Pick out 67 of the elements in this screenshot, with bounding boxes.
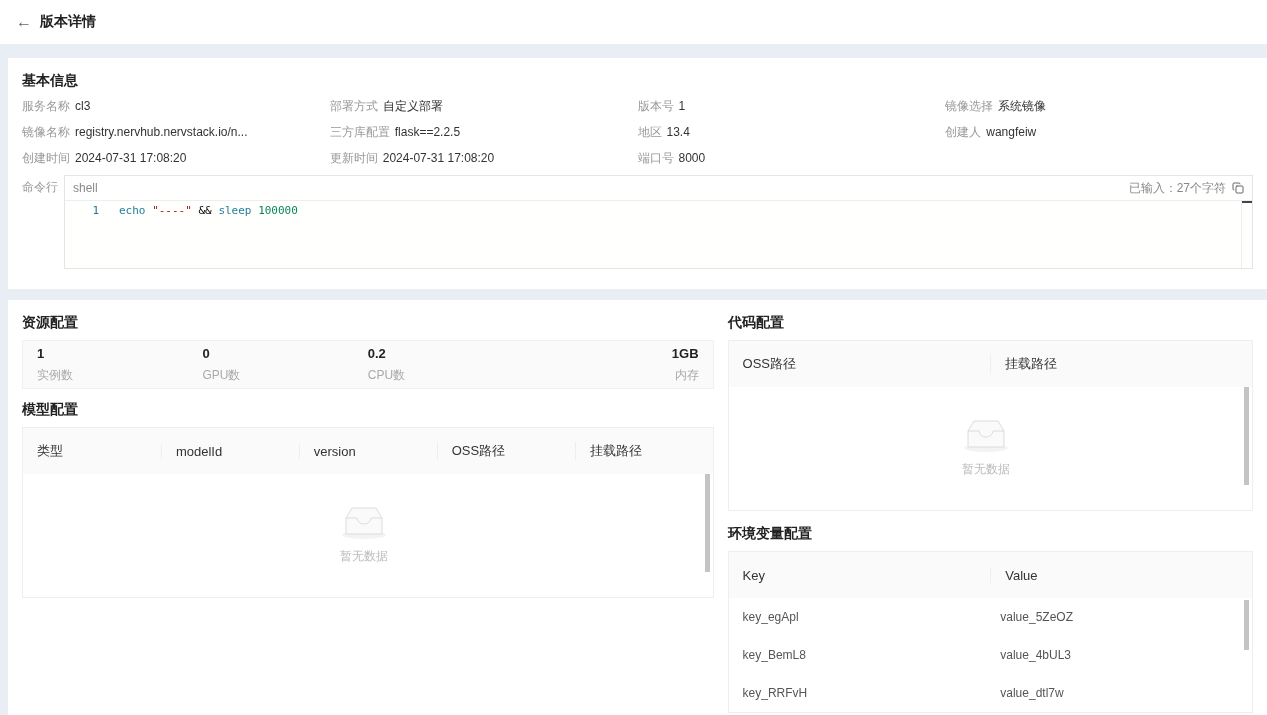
resource-value: 0.2 (367, 346, 386, 361)
table-cell-text: value_dtl7w (999, 686, 1065, 700)
empty-inbox-icon (339, 506, 388, 540)
section-title: 模型配置 (22, 401, 79, 419)
empty-text: 暂无数据 (962, 461, 1011, 478)
section-title: 资源配置 (22, 314, 79, 332)
field-label: 部署方式 (329, 99, 378, 113)
column-header: OSS路径 (436, 442, 575, 460)
field-label: 版本号 (637, 99, 674, 113)
scrollbar-thumb[interactable] (1244, 600, 1249, 650)
field-label: 镜像选择 (945, 99, 994, 113)
table-cell-text: key_egApl (741, 610, 800, 624)
resource-value: 1 (37, 346, 45, 361)
line-number: 1 (91, 203, 100, 219)
table-cell-text: key_BemL8 (741, 648, 807, 662)
table-cell-text: value_5ZeOZ (999, 610, 1074, 624)
language-label: shell (73, 181, 98, 195)
section-title: 基本信息 (22, 72, 79, 90)
column-header: 挂载路径 (990, 355, 1252, 373)
field-label: 命令行 (22, 179, 56, 196)
field-value: 系统镜像 (998, 99, 1047, 113)
field-value: 2024-07-31 17:08:20 (75, 151, 187, 165)
field-label: 三方库配置 (329, 125, 390, 139)
section-title: 环境变量配置 (727, 525, 813, 543)
copy-icon[interactable] (1232, 182, 1244, 194)
resource-value: 0 (202, 346, 210, 361)
character-counter: 已输入：27个字符 (1128, 179, 1226, 197)
column-header: Value (990, 567, 1252, 583)
field-label: 服务名称 (22, 99, 70, 113)
field-label: 更新时间 (329, 151, 378, 165)
field-value: 8000 (678, 151, 706, 165)
field-value: flask==2.2.5 (394, 125, 461, 139)
resource-label: GPU数 (202, 367, 241, 384)
field-value: 2024-07-31 17:08:20 (382, 151, 495, 165)
field-label: 镜像名称 (22, 125, 70, 139)
field-value: 1 (678, 99, 686, 113)
field-value: registry.nervhub.nervstack.io/n... (75, 125, 248, 139)
field-value: cl3 (75, 99, 91, 113)
field-label: 创建人 (945, 125, 982, 139)
column-header: Key (741, 567, 766, 583)
field-value: 自定义部署 (382, 99, 443, 113)
resource-label: 内存 (674, 367, 699, 384)
page-title: 版本详情 (40, 13, 96, 31)
table-cell-text: value_4bUL3 (999, 648, 1072, 662)
column-header: 挂载路径 (574, 442, 713, 460)
scrollbar-thumb[interactable] (704, 474, 710, 572)
column-header: 类型 (36, 442, 64, 460)
column-header: OSS路径 (741, 355, 798, 373)
resource-label: 实例数 (37, 367, 73, 384)
resource-value: 1GB (671, 346, 699, 361)
back-arrow[interactable]: ← (16, 13, 32, 31)
field-label: 创建时间 (22, 151, 70, 165)
field-value: wangfeiw (986, 125, 1037, 139)
field-value: 13.4 (666, 125, 690, 139)
code-editor[interactable]: shell 已输入：27个字符 1 echo "----" && sleep 100000 (64, 175, 1253, 269)
empty-text: 暂无数据 (339, 548, 388, 565)
code-line: echo "----" && sleep 100000 (119, 203, 298, 219)
table-cell-text: key_RRFvH (741, 686, 809, 700)
field-label: 端口号 (637, 151, 674, 165)
section-title: 代码配置 (727, 314, 785, 332)
column-header: modelId (160, 443, 299, 459)
field-label: 地区 (637, 125, 662, 139)
scrollbar-thumb[interactable] (1244, 387, 1249, 485)
resource-label: CPU数 (367, 367, 406, 384)
scrollbar-thumb[interactable] (1242, 201, 1252, 203)
column-header: version (298, 443, 437, 459)
empty-inbox-icon (962, 419, 1011, 453)
